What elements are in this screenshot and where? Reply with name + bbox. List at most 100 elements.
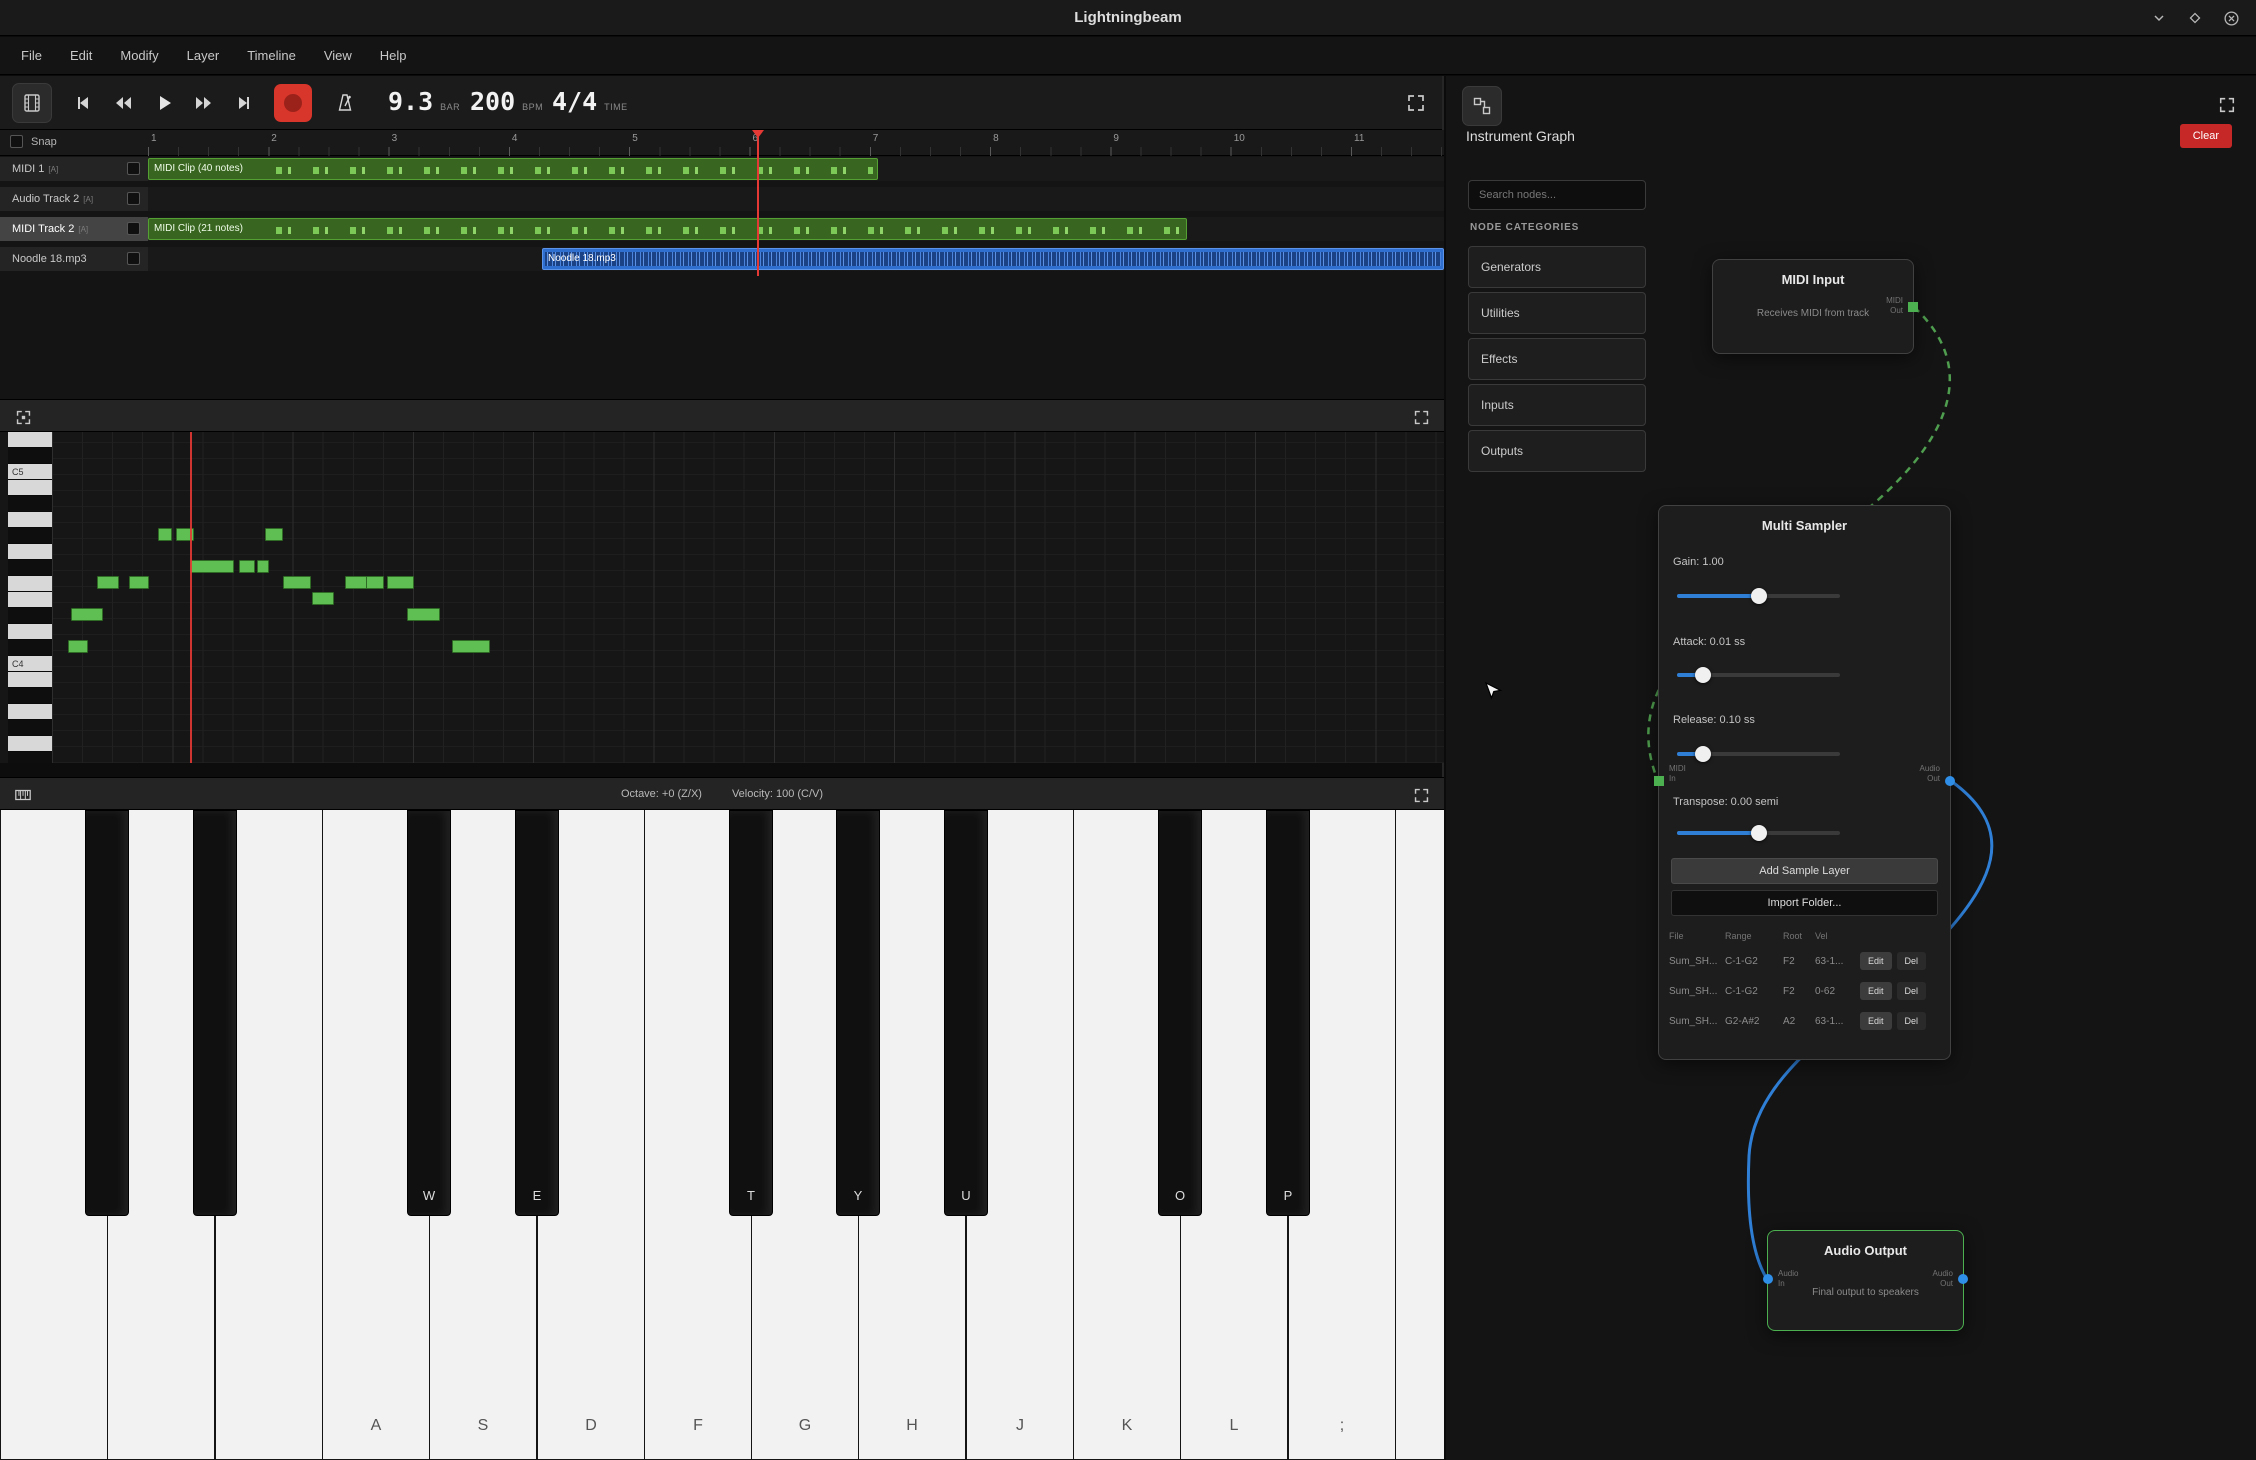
- track-row[interactable]: MIDI 1[A]MIDI Clip (40 notes): [0, 157, 1444, 181]
- midi-note[interactable]: [366, 576, 384, 589]
- track-header[interactable]: MIDI Track 2[A]: [0, 217, 148, 241]
- sample-edit-button[interactable]: Edit: [1860, 952, 1892, 970]
- clear-graph-button[interactable]: Clear: [2180, 124, 2232, 148]
- black-key[interactable]: [85, 810, 129, 1216]
- menu-item-view[interactable]: View: [311, 42, 365, 69]
- skip-start-button[interactable]: [65, 86, 101, 120]
- chevron-down-icon[interactable]: [2151, 10, 2167, 26]
- metronome-button[interactable]: [327, 86, 363, 120]
- track-checkbox[interactable]: [127, 162, 140, 175]
- roll-grid[interactable]: [52, 432, 1444, 763]
- black-key[interactable]: P: [1266, 810, 1310, 1216]
- roll-key[interactable]: C4: [8, 656, 52, 672]
- menu-item-edit[interactable]: Edit: [57, 42, 105, 69]
- black-key[interactable]: [193, 810, 237, 1216]
- roll-key[interactable]: C5: [8, 464, 52, 480]
- attack-knob[interactable]: [1695, 667, 1711, 683]
- midi-note[interactable]: [129, 576, 149, 589]
- midi-out-port[interactable]: [1908, 302, 1918, 312]
- track-checkbox[interactable]: [127, 192, 140, 205]
- import-folder-button[interactable]: Import Folder...: [1671, 890, 1938, 916]
- clip-midi[interactable]: MIDI Clip (40 notes): [148, 158, 878, 180]
- transpose-slider[interactable]: [1677, 831, 1840, 835]
- roll-key[interactable]: [8, 592, 52, 608]
- midi-note[interactable]: [68, 640, 88, 653]
- clip-midi[interactable]: MIDI Clip (21 notes): [148, 218, 1187, 240]
- roll-key[interactable]: [8, 576, 52, 592]
- roll-key[interactable]: [8, 544, 52, 560]
- close-icon[interactable]: [2223, 10, 2240, 27]
- clip-audio[interactable]: Noodle 18.mp3: [542, 248, 1444, 270]
- gain-slider[interactable]: [1677, 594, 1840, 598]
- release-slider[interactable]: [1677, 752, 1840, 756]
- black-key[interactable]: Y: [836, 810, 880, 1216]
- node-midi-input[interactable]: MIDI Input Receives MIDI from track MIDI…: [1712, 259, 1914, 354]
- rewind-button[interactable]: [105, 86, 141, 120]
- roll-key[interactable]: [8, 672, 52, 688]
- roll-key[interactable]: [8, 496, 52, 512]
- category-generators[interactable]: Generators: [1468, 246, 1646, 288]
- black-key[interactable]: W: [407, 810, 451, 1216]
- black-key[interactable]: U: [944, 810, 988, 1216]
- midi-note[interactable]: [407, 608, 440, 621]
- roll-key[interactable]: [8, 640, 52, 656]
- gain-knob[interactable]: [1751, 588, 1767, 604]
- graph-expand-button[interactable]: [2216, 94, 2238, 116]
- midi-note[interactable]: [345, 576, 367, 589]
- timeline-expand-button[interactable]: [1402, 89, 1430, 117]
- time-sig-readout[interactable]: 4/4 TIME: [552, 87, 628, 116]
- category-effects[interactable]: Effects: [1468, 338, 1646, 380]
- maximize-icon[interactable]: [2187, 10, 2203, 26]
- menu-item-help[interactable]: Help: [367, 42, 420, 69]
- category-outputs[interactable]: Outputs: [1468, 430, 1646, 472]
- tracks-panel-button[interactable]: [12, 83, 52, 123]
- track-checkbox[interactable]: [127, 222, 140, 235]
- sample-del-button[interactable]: Del: [1897, 952, 1927, 970]
- black-key[interactable]: E: [515, 810, 559, 1216]
- roll-key[interactable]: [8, 432, 52, 448]
- roll-key[interactable]: [8, 624, 52, 640]
- sample-edit-button[interactable]: Edit: [1860, 1012, 1892, 1030]
- transpose-knob[interactable]: [1751, 825, 1767, 841]
- play-button[interactable]: [146, 86, 182, 120]
- bpm-readout[interactable]: 200 BPM: [470, 87, 543, 116]
- roll-key[interactable]: [8, 528, 52, 544]
- midi-note[interactable]: [265, 528, 283, 541]
- midi-note[interactable]: [97, 576, 119, 589]
- roll-key[interactable]: [8, 688, 52, 704]
- midi-note[interactable]: [239, 560, 255, 573]
- audio-output-out-port[interactable]: [1958, 1274, 1968, 1284]
- category-utilities[interactable]: Utilities: [1468, 292, 1646, 334]
- roll-fit-button[interactable]: [12, 406, 34, 428]
- keyboard-panel-button[interactable]: [12, 784, 34, 806]
- roll-key[interactable]: [8, 448, 52, 464]
- midi-note[interactable]: [452, 640, 490, 653]
- attack-slider[interactable]: [1677, 673, 1840, 677]
- sample-del-button[interactable]: Del: [1897, 982, 1927, 1000]
- roll-key[interactable]: [8, 752, 52, 763]
- midi-note[interactable]: [190, 560, 234, 573]
- audio-out-port[interactable]: [1945, 776, 1955, 786]
- black-key[interactable]: T: [729, 810, 773, 1216]
- node-search-input[interactable]: [1468, 180, 1646, 210]
- track-header[interactable]: MIDI 1[A]: [0, 157, 148, 181]
- black-key[interactable]: O: [1158, 810, 1202, 1216]
- roll-key[interactable]: [8, 480, 52, 496]
- keyboard-expand-button[interactable]: [1410, 784, 1432, 806]
- roll-key[interactable]: [8, 704, 52, 720]
- track-header[interactable]: Noodle 18.mp3: [0, 247, 148, 271]
- menu-item-modify[interactable]: Modify: [107, 42, 171, 69]
- fast-forward-button[interactable]: [186, 86, 222, 120]
- track-checkbox[interactable]: [127, 252, 140, 265]
- sample-edit-button[interactable]: Edit: [1860, 982, 1892, 1000]
- roll-key[interactable]: [8, 736, 52, 752]
- menu-item-layer[interactable]: Layer: [174, 42, 233, 69]
- bar-readout[interactable]: 9.3 BAR: [388, 87, 460, 116]
- sample-del-button[interactable]: Del: [1897, 1012, 1927, 1030]
- roll-key[interactable]: [8, 720, 52, 736]
- node-audio-output[interactable]: Audio Output Audio In Final output to sp…: [1767, 1230, 1964, 1331]
- track-header[interactable]: Audio Track 2[A]: [0, 187, 148, 211]
- record-button[interactable]: [274, 84, 312, 122]
- release-knob[interactable]: [1695, 746, 1711, 762]
- add-sample-layer-button[interactable]: Add Sample Layer: [1671, 858, 1938, 884]
